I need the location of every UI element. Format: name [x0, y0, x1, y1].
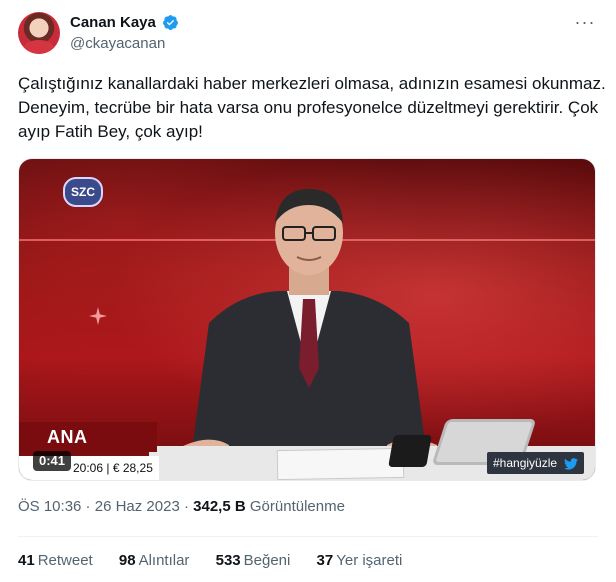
meta-separator: ·	[81, 498, 95, 515]
sparkle-icon	[89, 307, 107, 325]
verified-badge-icon	[163, 15, 178, 30]
ticker-time: 20:06	[73, 461, 104, 475]
twitter-bird-icon	[564, 457, 579, 470]
author-name[interactable]: Canan Kaya	[70, 14, 156, 32]
retweet-stat[interactable]: 41 Retweet	[18, 552, 93, 569]
views-label: Görüntülenme	[249, 498, 345, 515]
ticker-value: € 28,25	[112, 461, 153, 475]
quote-stat[interactable]: 98 Alıntılar	[119, 552, 190, 569]
video-player[interactable]: SZC ANA HABER 20:06 | € 28,25 ▲ 0:41	[18, 158, 596, 481]
tweet: Canan Kaya @ckayacanan ··· Çalıştığınız …	[0, 0, 616, 582]
video-duration: 0:41	[33, 451, 72, 471]
hashtag-text: #hangiyüzle	[493, 456, 558, 470]
divider	[18, 536, 598, 537]
channel-logo: SZC	[63, 177, 103, 207]
hashtag-badge: #hangiyüzle	[487, 452, 585, 474]
like-stat[interactable]: 533 Beğeni	[216, 552, 291, 569]
tweet-time[interactable]: ÖS 10:36	[18, 498, 81, 515]
tweet-date[interactable]: 26 Haz 2023	[95, 498, 180, 515]
desk-paper	[276, 447, 405, 480]
engagement-stats: 41 Retweet 98 Alıntılar 533 Beğeni 37 Yer iş…	[18, 551, 424, 571]
tweet-meta: ÖS 10:36 · 26 Haz 2023 · 342,5 B Görüntü…	[18, 497, 345, 517]
more-options-icon[interactable]: ···	[574, 13, 596, 31]
tweet-text: Çalıştığınız kanallardaki haber merkezle…	[18, 74, 606, 141]
anchor-figure	[179, 189, 437, 473]
bookmark-stat[interactable]: 37 Yer işareti	[317, 552, 403, 569]
program-banner: ANA HABER	[19, 422, 157, 477]
views-count: 342,5 B	[193, 498, 246, 515]
meta-separator-2: ·	[179, 498, 194, 515]
desk-phone	[388, 435, 432, 467]
author-handle[interactable]: @ckayacanan	[70, 35, 165, 53]
avatar[interactable]	[18, 12, 60, 54]
